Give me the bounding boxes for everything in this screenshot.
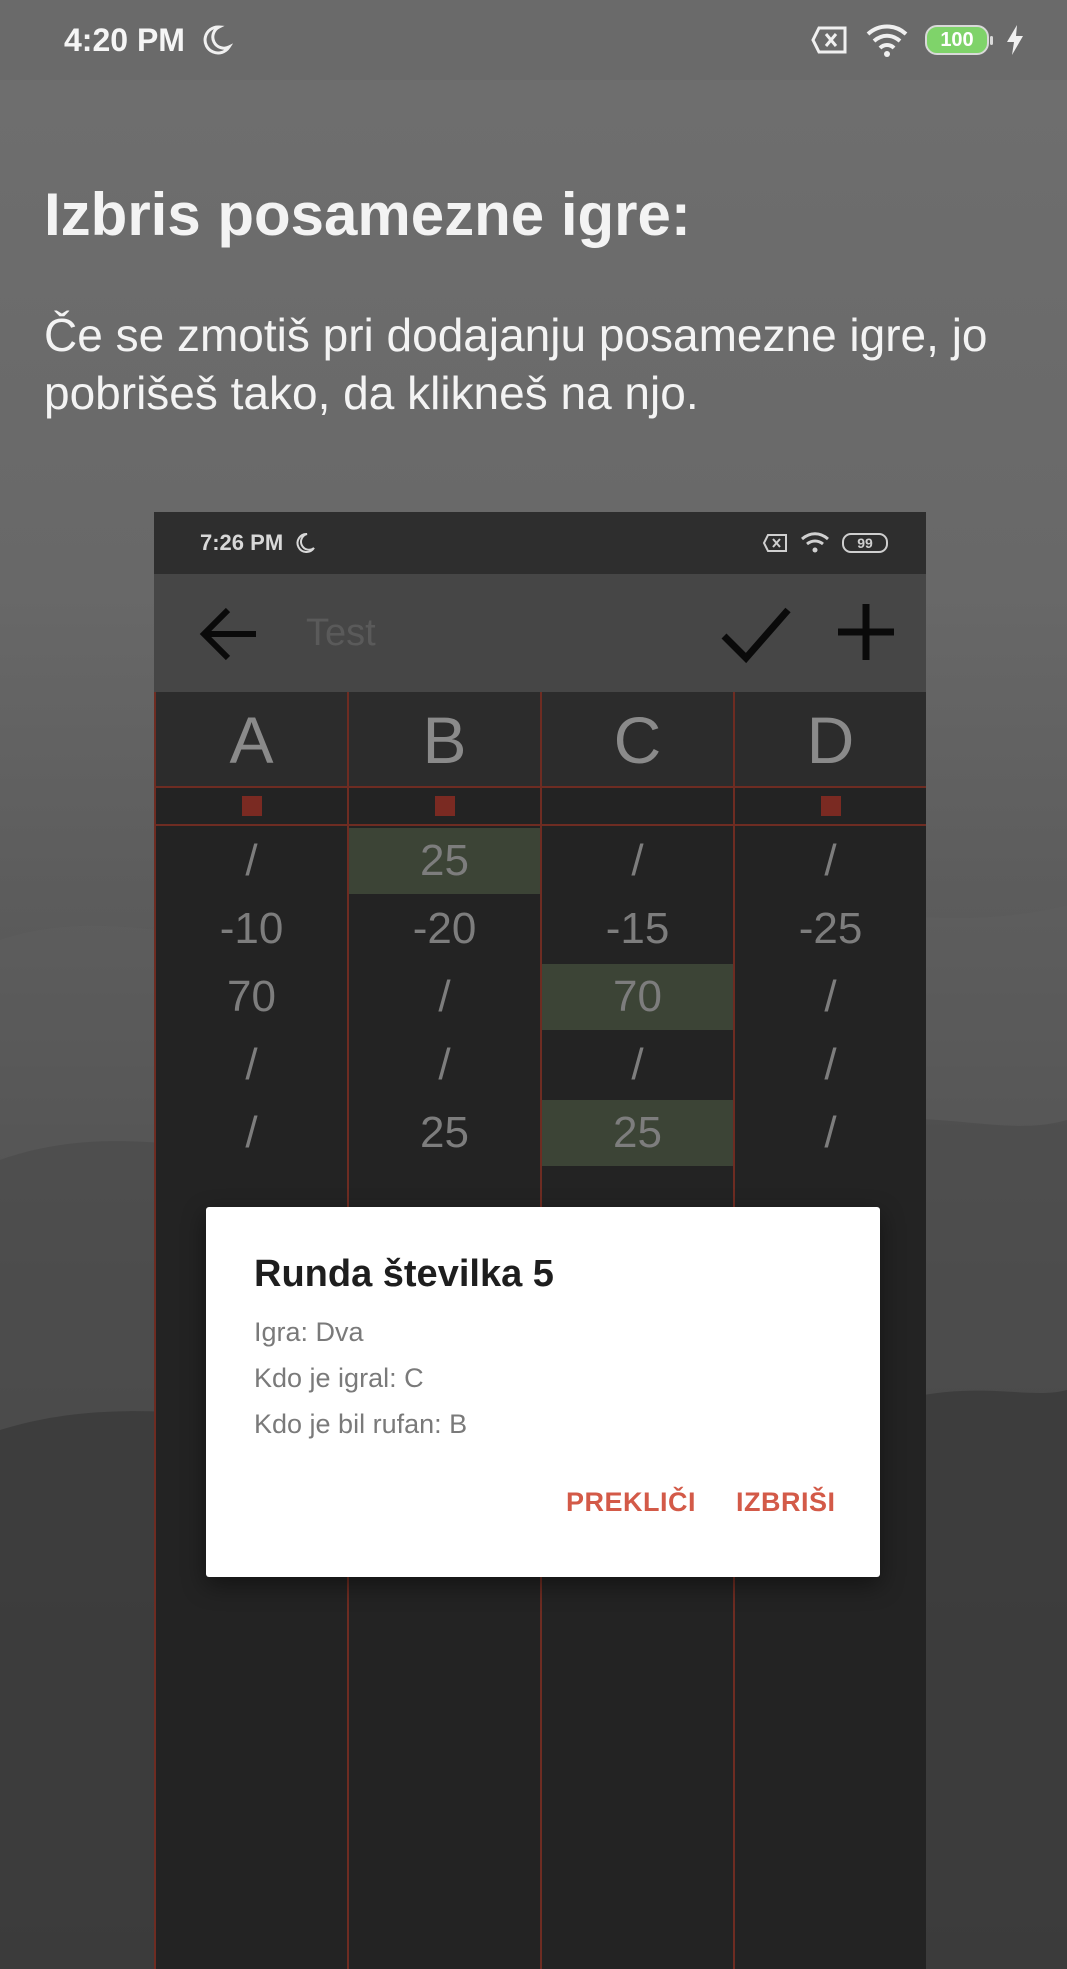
score-cell[interactable]: / (349, 964, 540, 1030)
screenshot-toolbar: Test (154, 574, 926, 692)
wifi-icon (866, 24, 908, 57)
dialog-partner-line: Kdo je bil rufan: B (254, 1409, 468, 1439)
delete-button[interactable]: IZBRIŠI (736, 1487, 836, 1518)
battery-icon: 100 (925, 25, 993, 55)
score-cell[interactable]: / (542, 1032, 733, 1098)
player-header-c[interactable]: C (542, 692, 733, 788)
status-time: 4:20 PM (64, 21, 185, 58)
score-cell[interactable]: / (349, 1032, 540, 1098)
plus-icon[interactable] (834, 600, 898, 664)
sim-off-icon (762, 534, 787, 552)
score-cell[interactable]: / (735, 1100, 926, 1166)
status-bar: 4:20 PM 100 (0, 0, 1067, 80)
score-cell[interactable]: / (156, 828, 347, 894)
score-cell[interactable]: / (735, 828, 926, 894)
score-cell[interactable]: / (156, 1100, 347, 1166)
screenshot-status-bar: 7:26 PM 99 (154, 512, 926, 574)
score-cell[interactable]: 70 (156, 964, 347, 1030)
marker-row (349, 788, 540, 826)
score-cell[interactable]: -20 (349, 896, 540, 962)
charging-bolt-icon (1007, 25, 1023, 55)
marker-row (735, 788, 926, 826)
score-cell[interactable]: / (735, 964, 926, 1030)
player-header-a[interactable]: A (156, 692, 347, 788)
player-header-b[interactable]: B (349, 692, 540, 788)
wifi-icon (801, 532, 829, 553)
moon-icon (203, 25, 233, 55)
page-description: Če se zmotiš pri dodajanju posamezne igr… (44, 309, 988, 419)
player-marker (434, 796, 455, 816)
delete-round-dialog: Runda številka 5 Igra: Dva Kdo je igral:… (206, 1207, 880, 1577)
dialog-game-line: Igra: Dva (254, 1317, 364, 1347)
battery-level: 100 (940, 28, 974, 51)
marker-row (156, 788, 347, 826)
score-cell[interactable]: -25 (735, 896, 926, 962)
score-cell-highlighted[interactable]: 70 (542, 964, 733, 1030)
screenshot-status-time: 7:26 PM (200, 530, 284, 555)
dialog-player-line: Kdo je igral: C (254, 1363, 424, 1393)
embedded-screenshot: 7:26 PM 99 Test A / -10 70 / / B 25 -20 … (154, 512, 926, 1969)
score-cell[interactable]: / (735, 1032, 926, 1098)
score-cell[interactable]: -10 (156, 896, 347, 962)
page-heading: Izbris posamezne igre: (44, 181, 691, 248)
dialog-title: Runda številka 5 (254, 1253, 554, 1295)
player-marker (820, 796, 841, 816)
screenshot-toolbar-title: Test (306, 612, 376, 654)
score-cell-highlighted[interactable]: 25 (542, 1100, 733, 1166)
player-header-d[interactable]: D (735, 692, 926, 788)
marker-row (542, 788, 733, 826)
player-marker (241, 796, 262, 816)
score-cell-highlighted[interactable]: 25 (349, 828, 540, 894)
moon-icon (296, 532, 315, 553)
sim-off-icon (811, 26, 847, 54)
back-arrow-icon[interactable] (198, 602, 262, 666)
score-cell[interactable]: 25 (349, 1100, 540, 1166)
screenshot-battery-level: 99 (857, 535, 873, 551)
cancel-button[interactable]: PREKLIČI (566, 1487, 696, 1518)
score-cell[interactable]: -15 (542, 896, 733, 962)
battery-icon: 99 (842, 533, 888, 553)
check-icon[interactable] (720, 604, 792, 666)
score-cell[interactable]: / (542, 828, 733, 894)
score-cell[interactable]: / (156, 1032, 347, 1098)
